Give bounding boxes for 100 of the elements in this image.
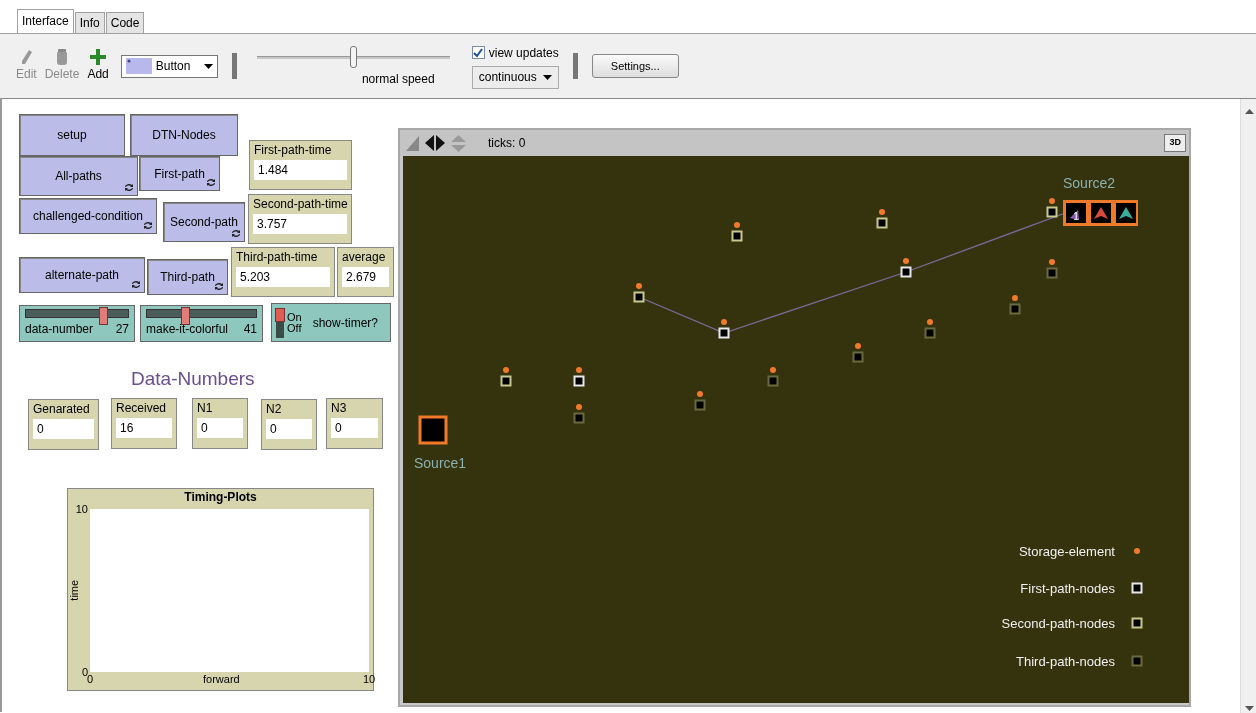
storage-element-dot bbox=[1049, 198, 1055, 204]
monitor-label: N2 bbox=[266, 402, 283, 417]
monitor-value: 0 bbox=[33, 419, 94, 439]
monitor-label: N1 bbox=[197, 401, 214, 416]
plot-title: Timing-Plots bbox=[183, 489, 258, 505]
scroll-up-icon bbox=[1245, 109, 1254, 114]
storage-element-dot bbox=[721, 319, 727, 325]
slider-value: 41 bbox=[243, 321, 257, 338]
storage-element-dot bbox=[697, 391, 703, 397]
source-label: Source1 bbox=[414, 455, 467, 471]
y-axis-label: time bbox=[67, 579, 82, 601]
tab[interactable]: Code bbox=[105, 12, 145, 33]
monitor-label: average bbox=[342, 250, 387, 265]
tab[interactable]: Info bbox=[74, 12, 105, 33]
left-right-arrows-icon bbox=[425, 135, 445, 151]
caret-icon bbox=[203, 63, 213, 69]
node-square bbox=[1046, 267, 1058, 279]
slider-label: data-number bbox=[25, 321, 94, 338]
storage-element-dot bbox=[576, 367, 582, 373]
widget-button[interactable]: Third-path bbox=[147, 259, 228, 295]
on-label: On bbox=[287, 311, 302, 323]
legend-label: Storage-element bbox=[1018, 544, 1115, 559]
forever-icon bbox=[231, 229, 241, 238]
widget-button[interactable]: All-paths bbox=[19, 156, 138, 196]
slider-label: make-it-colorful bbox=[146, 321, 229, 338]
legend-label: Third-path-nodes bbox=[1016, 654, 1115, 669]
settings-button[interactable]: Settings... bbox=[591, 54, 679, 78]
check-icon bbox=[473, 47, 484, 58]
node-square bbox=[633, 291, 645, 303]
switch-knob[interactable] bbox=[275, 307, 285, 322]
triangle-icon bbox=[406, 135, 419, 151]
node-square bbox=[573, 375, 585, 387]
storage-element-dot bbox=[770, 367, 776, 373]
slider-thumb[interactable] bbox=[98, 307, 108, 325]
tab[interactable]: Interface bbox=[17, 9, 74, 33]
node-square bbox=[1046, 206, 1058, 218]
speed-label: normal speed bbox=[361, 71, 435, 88]
widget-button[interactable]: challenged-condition bbox=[19, 198, 157, 234]
storage-element-dot bbox=[879, 209, 885, 215]
legend-label: Second-path-nodes bbox=[1001, 616, 1115, 631]
x-axis-label: forward bbox=[203, 672, 240, 687]
update-mode-dropdown[interactable]: continuous bbox=[471, 65, 559, 89]
switch-label: show-timer? bbox=[312, 314, 379, 332]
node-square bbox=[852, 351, 864, 363]
monitor-label: N3 bbox=[331, 401, 348, 416]
widget-type-dropdown[interactable]: Button bbox=[120, 54, 218, 78]
tool-button[interactable]: Add bbox=[83, 49, 113, 83]
turtle-label: 1 bbox=[1073, 211, 1079, 222]
legend-dot bbox=[1134, 548, 1140, 554]
legend-marker bbox=[1131, 617, 1143, 629]
storage-element-dot bbox=[855, 343, 861, 349]
forever-icon bbox=[214, 282, 224, 291]
widget-button[interactable]: alternate-path bbox=[19, 257, 145, 293]
monitor-value: 2.679 bbox=[342, 267, 389, 287]
monitor-label: Third-path-time bbox=[236, 250, 319, 265]
monitor-value: 1.484 bbox=[254, 160, 347, 180]
source-node bbox=[418, 415, 448, 445]
caret-icon bbox=[542, 74, 552, 80]
storage-element-dot bbox=[1049, 259, 1055, 265]
forever-icon bbox=[131, 280, 141, 289]
checkbox-label: view updates bbox=[488, 44, 559, 62]
pencil-icon bbox=[19, 49, 33, 65]
3d-button[interactable]: 3D bbox=[1164, 134, 1186, 152]
storage-element-dot bbox=[927, 319, 933, 325]
slider-thumb[interactable] bbox=[181, 307, 191, 325]
forever-icon bbox=[124, 183, 134, 192]
storage-element-dot bbox=[734, 222, 740, 228]
widget-button[interactable]: First-path bbox=[139, 156, 220, 191]
legend-marker bbox=[1131, 655, 1143, 667]
storage-element-dot bbox=[576, 404, 582, 410]
ticks-counter: ticks: 0 bbox=[488, 135, 526, 152]
monitor-value: 0 bbox=[266, 419, 312, 439]
plus-icon bbox=[90, 49, 107, 65]
y-tick-label: 10 bbox=[75, 501, 88, 517]
x-tick-label: 10 bbox=[362, 672, 376, 687]
widget-button[interactable]: Second-path bbox=[163, 202, 245, 242]
off-label: Off bbox=[287, 322, 302, 334]
view-updates-checkbox[interactable] bbox=[471, 46, 485, 59]
node-square bbox=[876, 217, 888, 229]
monitor-label: Genarated bbox=[33, 402, 91, 417]
monitor-value: 3.757 bbox=[253, 214, 347, 234]
node-square bbox=[718, 327, 730, 339]
toolbar-separator bbox=[231, 53, 237, 79]
node-square bbox=[1009, 303, 1021, 315]
slider-widget[interactable]: make-it-colorful 41 bbox=[140, 305, 263, 342]
slider-widget[interactable]: data-number 27 bbox=[19, 305, 135, 342]
up-down-arrows-icon bbox=[451, 134, 466, 152]
node-square bbox=[767, 375, 779, 387]
node-square bbox=[694, 399, 706, 411]
source-label: Source2 bbox=[1063, 175, 1116, 191]
widget-button[interactable]: DTN-Nodes bbox=[130, 114, 238, 156]
node-square bbox=[573, 412, 585, 424]
node-square bbox=[731, 230, 743, 242]
slider-thumb[interactable] bbox=[350, 46, 358, 68]
legend-label: First-path-nodes bbox=[1020, 581, 1115, 596]
widget-button[interactable]: setup bbox=[19, 114, 125, 156]
button-widget-icon bbox=[125, 58, 152, 74]
storage-element-dot bbox=[1012, 295, 1018, 301]
monitor-label: Received bbox=[116, 401, 168, 416]
monitor-label: Second-path-time bbox=[253, 197, 347, 212]
